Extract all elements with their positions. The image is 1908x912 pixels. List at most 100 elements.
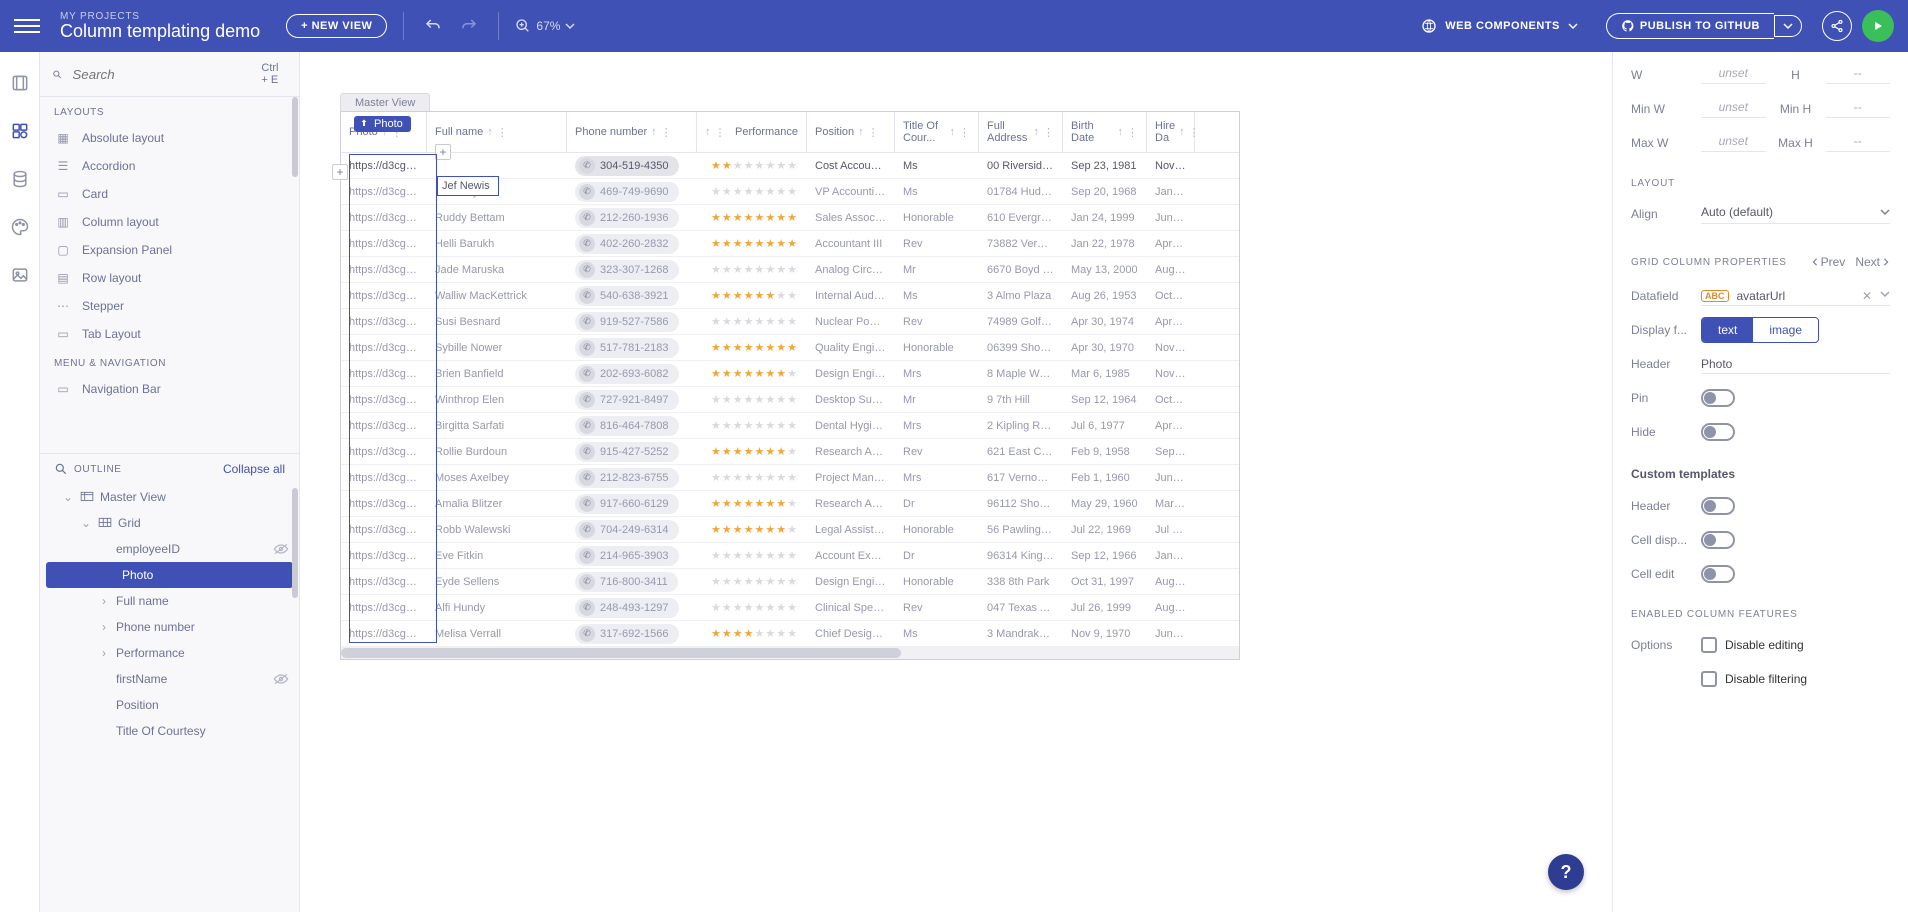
col-header-7[interactable]: Birth Date ↑ ⋮ <box>1063 112 1147 152</box>
sort-icon[interactable]: ↑ <box>1179 126 1185 138</box>
tree-col-photo[interactable]: Photo <box>46 562 293 588</box>
tree-master-view[interactable]: ⌄ Master View <box>40 484 299 510</box>
view-tab[interactable]: Master View <box>340 93 430 113</box>
table-row[interactable]: https://d3cg6cex... Helli Barukh ✆402-26… <box>341 231 1239 257</box>
tool-row-layout[interactable]: ▤ Row layout <box>40 264 299 292</box>
maxw-input[interactable]: unset <box>1701 134 1766 152</box>
table-row[interactable]: https://d3cg6cex... Jade Maruska ✆323-30… <box>341 257 1239 283</box>
col-header-2[interactable]: Phone number ↑ ⋮ <box>567 112 697 152</box>
menu-icon[interactable]: ⋮ <box>1127 126 1138 139</box>
table-row[interactable]: https://d3cg6cex... Sybille Nower ✆517-7… <box>341 335 1239 361</box>
chevron-down-icon[interactable]: ⌄ <box>62 490 74 504</box>
tree-col-full-name[interactable]: ›Full name <box>40 588 299 614</box>
search-bar[interactable]: Ctrl + E <box>40 52 299 97</box>
platform-dropdown[interactable]: WEB COMPONENTS <box>1421 18 1578 34</box>
rail-views-icon[interactable] <box>7 70 33 96</box>
col-header-1[interactable]: Full name ↑ ⋮ <box>427 112 567 152</box>
menu-icon[interactable]: ⋮ <box>1189 126 1200 139</box>
canvas[interactable]: Master View Photo + + Photo ↑ ⋮ Full nam… <box>300 52 1612 912</box>
display-toggle[interactable]: text image <box>1701 317 1819 343</box>
publish-button[interactable]: PUBLISH TO GITHUB <box>1606 13 1774 39</box>
chevron-right-icon[interactable]: › <box>98 620 110 634</box>
rail-data-icon[interactable] <box>7 166 33 192</box>
search-input[interactable] <box>70 66 253 83</box>
chevron-right-icon[interactable]: › <box>98 594 110 608</box>
grid-component[interactable]: + + Photo ↑ ⋮ Full name ↑ ⋮ Phone number… <box>340 111 1240 660</box>
grid-h-scrollbar[interactable] <box>341 647 1239 659</box>
publish-options[interactable] <box>1774 15 1802 37</box>
datafield-input[interactable]: ABC avatarUrl ✕ <box>1701 287 1890 306</box>
sort-icon[interactable]: ↑ <box>651 126 657 138</box>
maxh-input[interactable]: -- <box>1826 134 1891 152</box>
table-row[interactable]: https://d3cg6cex... Birgitta Sarfati ✆81… <box>341 413 1239 439</box>
height-input[interactable]: -- <box>1826 66 1891 84</box>
table-row[interactable]: https://d3cg6cex... Robb Walewski ✆704-2… <box>341 517 1239 543</box>
table-row[interactable]: https://d3cg6cex... Amalia Blitzer ✆917-… <box>341 491 1239 517</box>
table-row[interactable]: https://d3cg6cex... Walliw MacKettrick ✆… <box>341 283 1239 309</box>
tool-card[interactable]: ▭ Card <box>40 180 299 208</box>
add-row-button[interactable]: + <box>332 164 348 180</box>
pin-toggle[interactable] <box>1701 389 1735 407</box>
align-select[interactable]: Auto (default) <box>1701 205 1890 224</box>
share-button[interactable] <box>1822 11 1852 41</box>
next-column[interactable]: Next <box>1855 255 1890 269</box>
hidden-icon[interactable] <box>273 673 289 685</box>
table-row[interactable]: https://d3cg6cex... Brien Banfield ✆202-… <box>341 361 1239 387</box>
tool-column-layout[interactable]: ▥ Column layout <box>40 208 299 236</box>
redo-icon[interactable] <box>456 13 482 39</box>
sort-icon[interactable]: ↑ <box>1118 126 1124 138</box>
chevron-right-icon[interactable]: › <box>98 646 110 660</box>
tree-col-firstname[interactable]: firstName <box>40 666 299 692</box>
tool-expansion-panel[interactable]: ▢ Expansion Panel <box>40 236 299 264</box>
tool-tab-layout[interactable]: ▭ Tab Layout <box>40 320 299 348</box>
col-header-8[interactable]: Hire Da ↑ ⋮ <box>1147 112 1195 152</box>
col-header-4[interactable]: Position ↑ ⋮ <box>807 112 895 152</box>
col-header-6[interactable]: Full Address ↑ ⋮ <box>979 112 1063 152</box>
hide-toggle[interactable] <box>1701 423 1735 441</box>
chevron-down-icon[interactable] <box>1880 289 1890 299</box>
table-row[interactable]: https://d3cg6cex... Susi Besnard ✆919-52… <box>341 309 1239 335</box>
display-image[interactable]: image <box>1753 318 1818 342</box>
table-row[interactable]: https://d3cg6cex... Eyde Sellens ✆716-80… <box>341 569 1239 595</box>
ct-header-toggle[interactable] <box>1701 497 1735 515</box>
table-row[interactable]: https://d3cg6cex... Winthrop Elen ✆727-9… <box>341 387 1239 413</box>
sort-icon[interactable]: ↑ <box>705 126 711 138</box>
table-row[interactable]: https://d3cg6cex... Alfi Hundy ✆248-493-… <box>341 595 1239 621</box>
menu-icon[interactable]: ⋮ <box>497 126 508 139</box>
chk-disable-editing[interactable] <box>1701 637 1717 653</box>
prev-column[interactable]: Prev <box>1811 255 1846 269</box>
rail-theme-icon[interactable] <box>7 214 33 240</box>
sort-icon[interactable]: ↑ <box>950 126 956 138</box>
undo-icon[interactable] <box>420 13 446 39</box>
clear-icon[interactable]: ✕ <box>1862 289 1872 303</box>
tree-col-performance[interactable]: ›Performance <box>40 640 299 666</box>
tool-navigation-bar[interactable]: ▭ Navigation Bar <box>40 375 299 403</box>
tree-col-title-of-courtesy[interactable]: Title Of Courtesy <box>40 718 299 744</box>
width-input[interactable]: unset <box>1701 66 1766 84</box>
display-text[interactable]: text <box>1702 318 1753 342</box>
preview-button[interactable] <box>1862 10 1894 42</box>
cell-editor[interactable]: Jef Newis <box>437 176 499 196</box>
collapse-all-link[interactable]: Collapse all <box>223 462 285 476</box>
sort-icon[interactable]: ↑ <box>1034 126 1040 138</box>
tree-col-employeeid[interactable]: employeeID <box>40 536 299 562</box>
header-input[interactable]: Photo <box>1701 355 1890 374</box>
sort-icon[interactable]: ↑ <box>487 126 493 138</box>
col-header-5[interactable]: Title Of Cour... ↑ ⋮ <box>895 112 979 152</box>
table-row[interactable]: https://d3cg6cex... Melisa Verrall ✆317-… <box>341 621 1239 647</box>
menu-icon[interactable]: ⋮ <box>868 126 879 139</box>
col-header-3[interactable]: ↑ ⋮ Performance <box>697 112 807 152</box>
table-row[interactable]: https://d3cg6cex... Rollie Burdoun ✆915-… <box>341 439 1239 465</box>
minh-input[interactable]: -- <box>1826 100 1891 118</box>
tool-absolute-layout[interactable]: ▦ Absolute layout <box>40 124 299 152</box>
tree-col-position[interactable]: Position <box>40 692 299 718</box>
rail-assets-icon[interactable] <box>7 262 33 288</box>
tree-grid[interactable]: ⌄ Grid <box>40 510 299 536</box>
ct-edit-toggle[interactable] <box>1701 565 1735 583</box>
rail-components-icon[interactable] <box>7 118 33 144</box>
tool-accordion[interactable]: ☰ Accordion <box>40 152 299 180</box>
chk-disable-filtering[interactable] <box>1701 671 1717 687</box>
hidden-icon[interactable] <box>273 543 289 555</box>
menu-icon[interactable]: ⋮ <box>1043 126 1054 139</box>
table-row[interactable]: https://d3cg6cex... Moses Axelbey ✆212-8… <box>341 465 1239 491</box>
